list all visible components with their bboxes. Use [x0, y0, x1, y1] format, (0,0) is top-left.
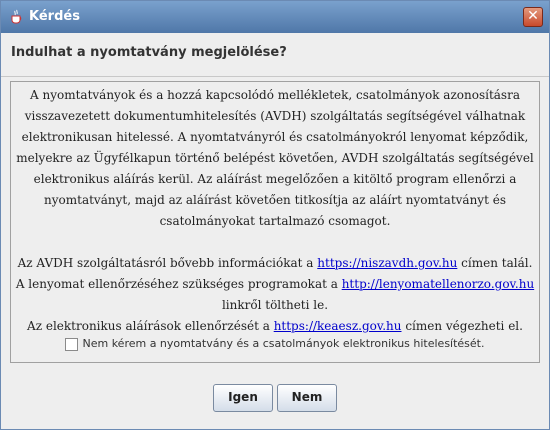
- question-heading: Indulhat a nyomtatvány megjelölése?: [11, 45, 287, 60]
- msg-line: visszavezetett dokumentumhitelesítés (AV…: [24, 109, 526, 123]
- msg-line: elektronikus aláírás kerül. Az aláírást …: [33, 172, 517, 186]
- text: címen talál.: [457, 256, 533, 270]
- lenyomatellenorzo-link[interactable]: http://lenyomatellenorzo.gov.hu: [342, 277, 534, 291]
- no-button[interactable]: Nem: [277, 384, 337, 412]
- divider: [1, 76, 549, 77]
- dialog-window: Kérdés ✕ Indulhat a nyomtatvány megjelöl…: [0, 0, 550, 430]
- yes-button[interactable]: Igen: [213, 384, 273, 412]
- msg-line: elektronikusan hitelessé. A nyomtatványr…: [21, 130, 529, 144]
- msg-line: A nyomtatványok és a hozzá kapcsolódó me…: [30, 88, 520, 102]
- no-authentication-checkbox[interactable]: [65, 337, 79, 351]
- avdh-info-line: Az AVDH szolgáltatásról bővebb informáci…: [15, 253, 535, 274]
- title-bar[interactable]: Kérdés ✕: [1, 1, 549, 33]
- lenyomat-info-line: A lenyomat ellenőrzéséhez szükséges prog…: [15, 274, 535, 295]
- close-button[interactable]: ✕: [523, 7, 543, 27]
- checkbox-label[interactable]: Nem kérem a nyomtatvány és a csatolmányo…: [82, 337, 484, 350]
- msg-line: linkről töltheti le.: [221, 298, 329, 312]
- text: Az elektronikus aláírások ellenőrzését a: [27, 319, 274, 333]
- niszavdh-link[interactable]: https://niszavdh.gov.hu: [317, 256, 457, 270]
- java-cup-icon: [9, 9, 25, 25]
- text: címen végezheti el.: [401, 319, 523, 333]
- keaesz-link[interactable]: https://keaesz.gov.hu: [274, 319, 402, 333]
- close-icon: ✕: [527, 8, 539, 24]
- message-text: A nyomtatványok és a hozzá kapcsolódó me…: [15, 85, 535, 337]
- msg-line: nyomtatványt, majd az aláírást követően …: [44, 193, 506, 207]
- keaesz-info-line: Az elektronikus aláírások ellenőrzését a…: [15, 316, 535, 337]
- msg-line: csatolmányokat tartalmazó csomagot.: [159, 214, 391, 228]
- text: A lenyomat ellenőrzéséhez szükséges prog…: [15, 277, 342, 291]
- msg-line: melyekre az Ügyfélkapun történő belépést…: [16, 151, 534, 165]
- no-authentication-option[interactable]: Nem kérem a nyomtatvány és a csatolmányo…: [1, 337, 549, 351]
- dialog-title: Kérdés: [29, 9, 80, 24]
- text: Az AVDH szolgáltatásról bővebb informáci…: [17, 256, 318, 270]
